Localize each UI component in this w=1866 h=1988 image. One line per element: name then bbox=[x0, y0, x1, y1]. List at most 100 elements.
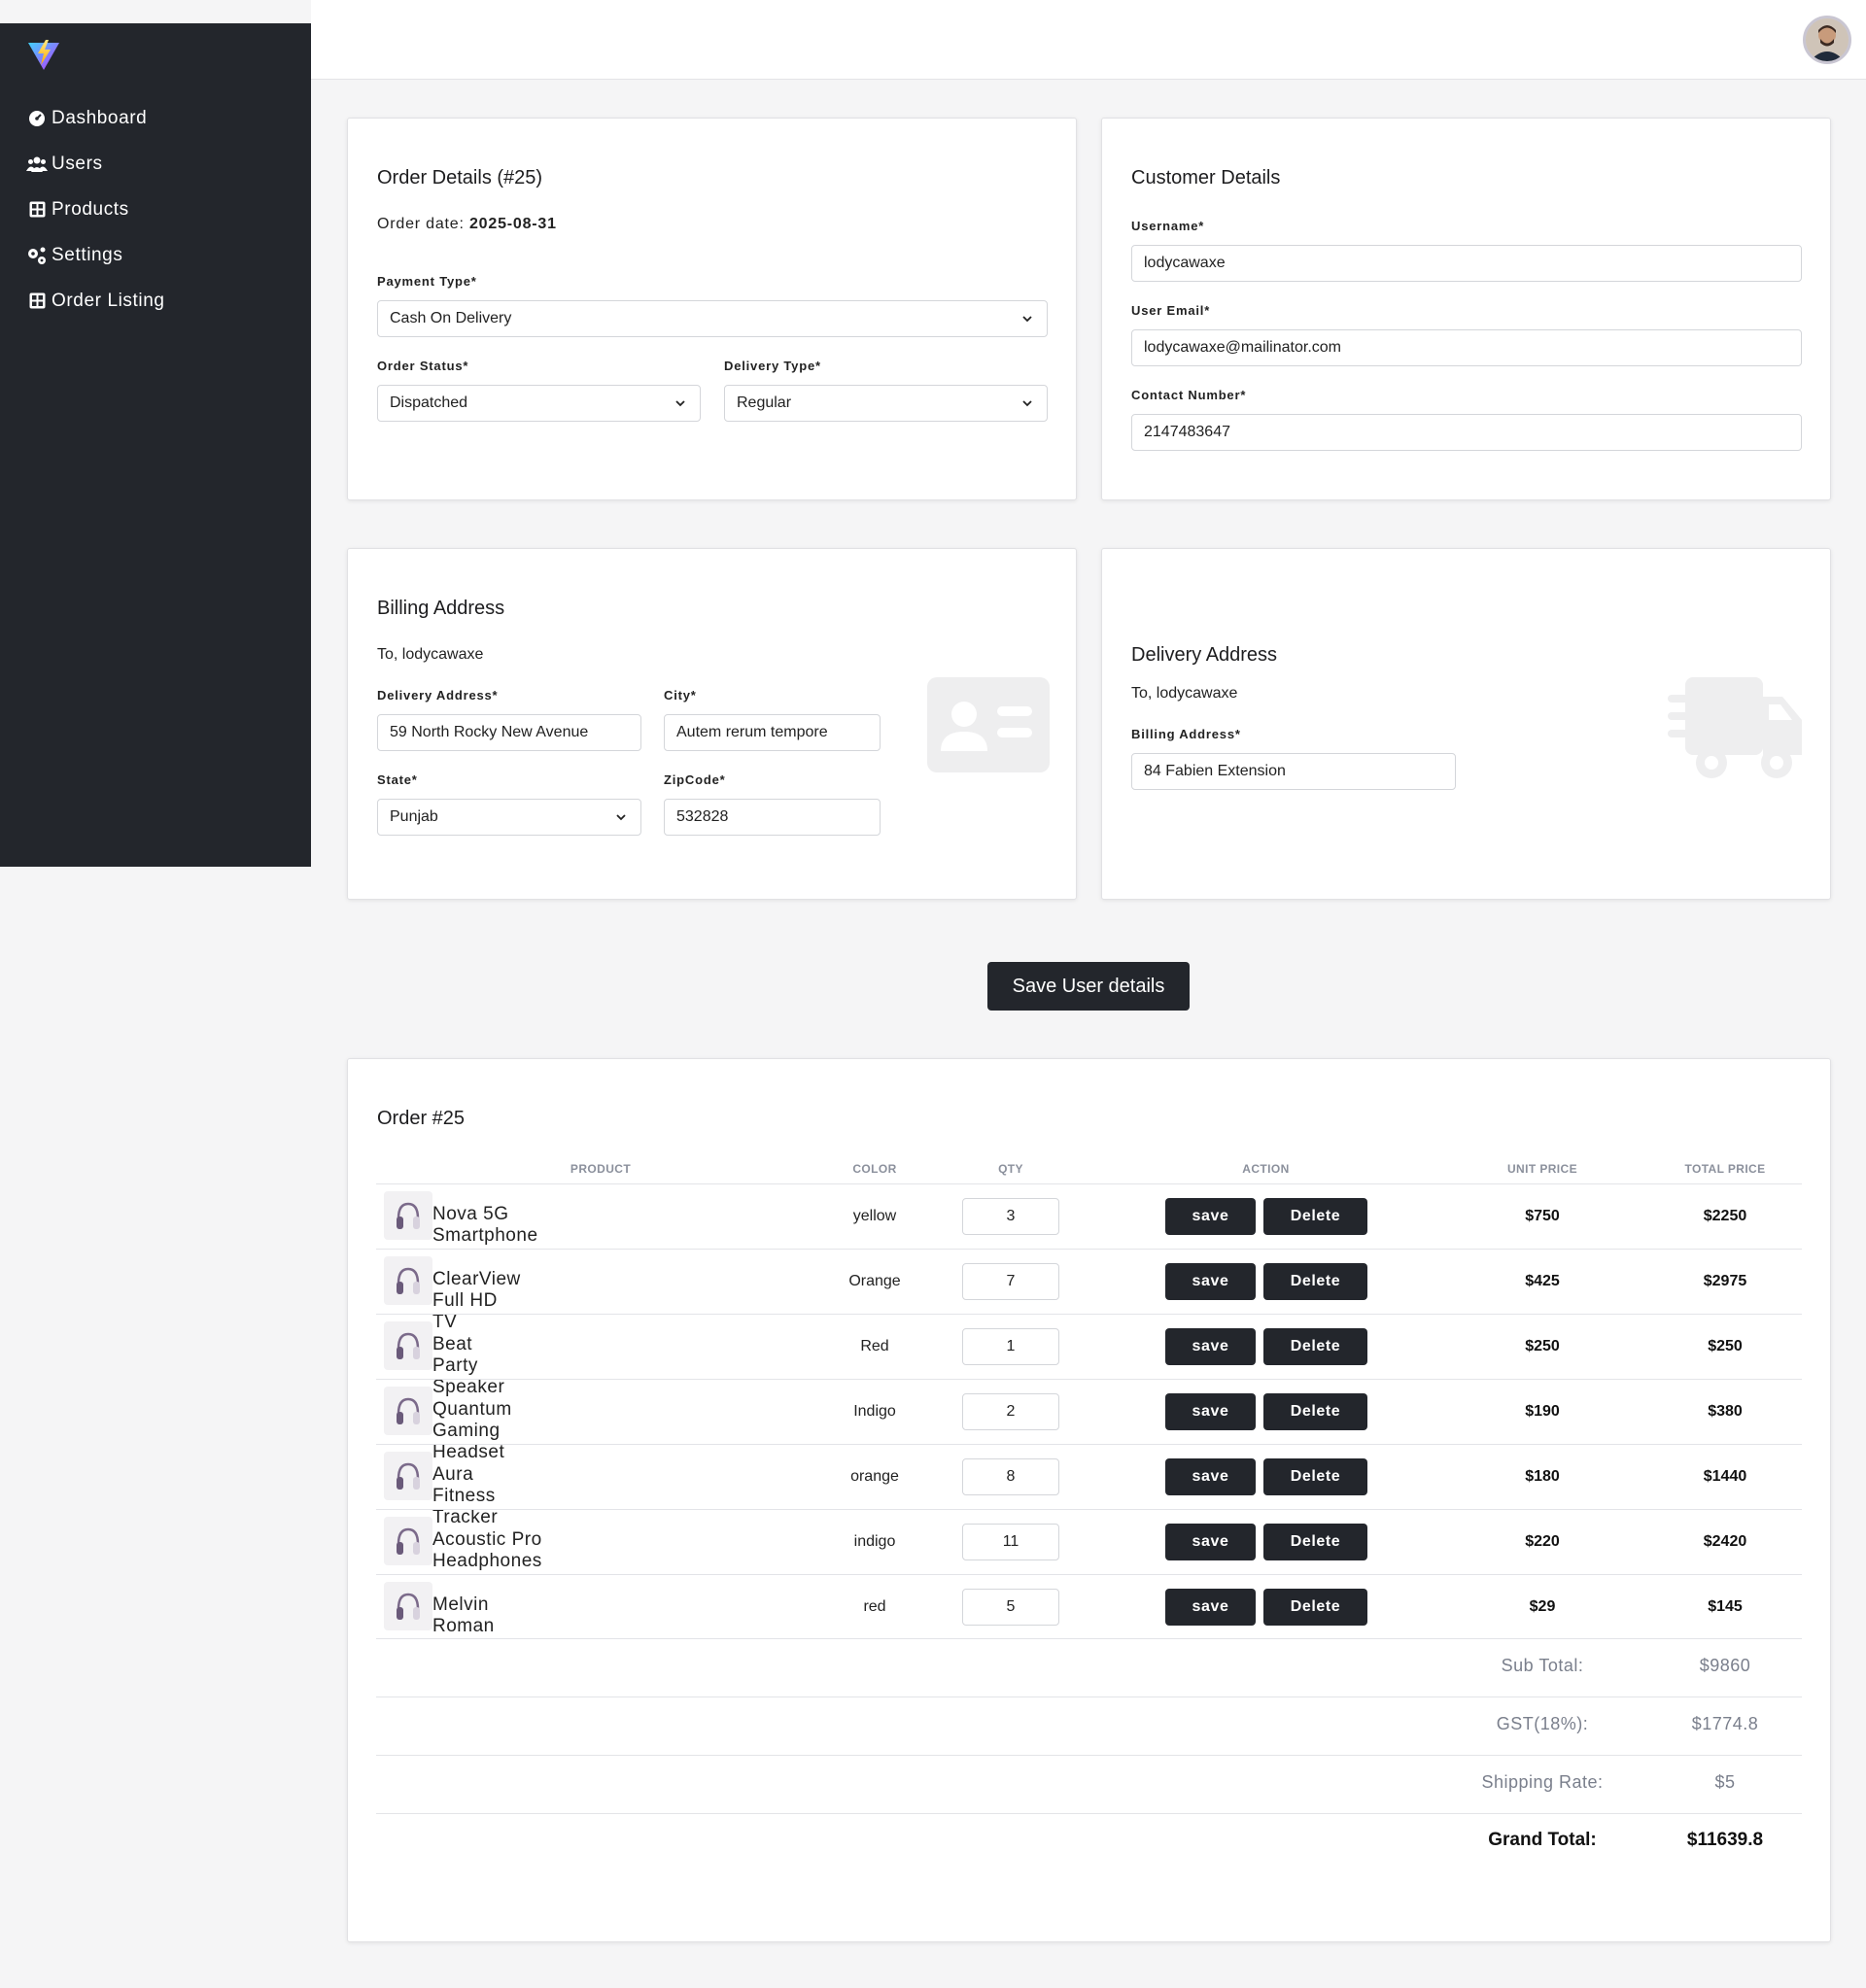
product-name: Acoustic Pro Headphones bbox=[432, 1529, 542, 1571]
summary-divider bbox=[376, 1755, 1802, 1756]
sidebar-item-label: Products bbox=[52, 198, 129, 220]
billing-to-line: To, lodycawaxe bbox=[377, 646, 484, 663]
delete-item-button[interactable]: Delete bbox=[1263, 1589, 1367, 1626]
sidebar-item-order-listing[interactable]: Order Listing bbox=[0, 278, 311, 324]
delivery-address-label: Delivery Address* bbox=[377, 688, 499, 703]
total-price: $250 bbox=[1708, 1338, 1743, 1354]
payment-type-select[interactable]: Cash On Delivery bbox=[377, 300, 1048, 337]
unit-price: $425 bbox=[1525, 1273, 1560, 1289]
order-status-value: Dispatched bbox=[390, 394, 468, 411]
sidebar-item-label: Settings bbox=[52, 244, 123, 265]
shipping-rate-label: Shipping Rate: bbox=[1481, 1772, 1604, 1792]
save-item-button[interactable]: save bbox=[1165, 1328, 1256, 1365]
billing-address-value: 84 Fabien Extension bbox=[1144, 763, 1286, 779]
quantity-input[interactable]: 7 bbox=[962, 1263, 1059, 1300]
delivery-type-select[interactable]: Regular bbox=[724, 385, 1048, 422]
save-item-button[interactable]: save bbox=[1165, 1198, 1256, 1235]
quantity-input[interactable]: 2 bbox=[962, 1393, 1059, 1430]
delivery-address-input[interactable]: 59 North Rocky New Avenue bbox=[377, 714, 641, 751]
column-header-total-price: TOTAL PRICE bbox=[1684, 1162, 1766, 1176]
total-price: $145 bbox=[1708, 1598, 1743, 1615]
address-card-icon bbox=[927, 677, 1050, 772]
unit-price: $750 bbox=[1525, 1208, 1560, 1224]
product-thumbnail bbox=[384, 1582, 432, 1630]
save-item-button[interactable]: save bbox=[1165, 1524, 1256, 1560]
product-thumbnail bbox=[384, 1321, 432, 1370]
save-item-button[interactable]: save bbox=[1165, 1263, 1256, 1300]
sidebar-item-settings[interactable]: Settings bbox=[0, 232, 311, 278]
payment-type-value: Cash On Delivery bbox=[390, 310, 512, 326]
quantity-input[interactable]: 11 bbox=[962, 1524, 1059, 1560]
total-price: $2250 bbox=[1703, 1208, 1747, 1224]
unit-price: $190 bbox=[1525, 1403, 1560, 1420]
product-color: Orange bbox=[848, 1273, 901, 1289]
product-color: Red bbox=[860, 1338, 889, 1354]
delivery-address-card: Delivery Address To, lodycawaxe Billing … bbox=[1101, 548, 1831, 900]
column-header-qty: QTY bbox=[998, 1162, 1023, 1176]
payment-type-label: Payment Type* bbox=[377, 274, 477, 289]
email-input[interactable]: lodycawaxe@mailinator.com bbox=[1131, 329, 1802, 366]
save-item-button[interactable]: save bbox=[1165, 1458, 1256, 1495]
sub-total-label: Sub Total: bbox=[1501, 1656, 1584, 1675]
sidebar-item-dashboard[interactable]: Dashboard bbox=[0, 95, 311, 141]
delete-item-button[interactable]: Delete bbox=[1263, 1524, 1367, 1560]
city-input[interactable]: Autem rerum tempore bbox=[664, 714, 881, 751]
summary-divider bbox=[376, 1813, 1802, 1814]
product-name: Melvin Roman bbox=[432, 1594, 495, 1636]
column-header-product: PRODUCT bbox=[570, 1162, 632, 1176]
product-color: Indigo bbox=[853, 1403, 896, 1420]
product-thumbnail bbox=[384, 1256, 432, 1305]
chevron-down-icon bbox=[675, 400, 685, 407]
logo-icon[interactable] bbox=[27, 39, 60, 72]
product-thumbnail bbox=[384, 1517, 432, 1565]
order-details-card: Order Details (#25) Order date: 2025-08-… bbox=[347, 118, 1077, 500]
username-label: Username* bbox=[1131, 219, 1205, 233]
zip-input[interactable]: 532828 bbox=[664, 799, 881, 836]
quantity-input[interactable]: 3 bbox=[962, 1198, 1059, 1235]
card-title: Customer Details bbox=[1131, 167, 1281, 189]
quantity-input[interactable]: 5 bbox=[962, 1589, 1059, 1626]
product-name: Nova 5G Smartphone bbox=[432, 1204, 538, 1246]
row-divider bbox=[376, 1314, 1802, 1315]
headphones-icon bbox=[394, 1199, 423, 1232]
chevron-down-icon bbox=[1022, 316, 1032, 323]
delete-item-button[interactable]: Delete bbox=[1263, 1328, 1367, 1365]
product-name: Quantum Gaming Headset bbox=[432, 1399, 512, 1462]
quantity-input[interactable]: 8 bbox=[962, 1458, 1059, 1495]
top-bar bbox=[311, 0, 1866, 80]
city-value: Autem rerum tempore bbox=[676, 724, 828, 740]
delivery-type-value: Regular bbox=[737, 394, 792, 411]
sidebar: Dashboard Users Products Settings Order … bbox=[0, 23, 311, 867]
save-user-details-button[interactable]: Save User details bbox=[987, 962, 1190, 1011]
total-price: $2420 bbox=[1703, 1533, 1747, 1550]
delete-item-button[interactable]: Delete bbox=[1263, 1393, 1367, 1430]
zip-label: ZipCode* bbox=[664, 772, 726, 787]
row-divider bbox=[376, 1379, 1802, 1380]
state-select[interactable]: Punjab bbox=[377, 799, 641, 836]
billing-address-input[interactable]: 84 Fabien Extension bbox=[1131, 753, 1456, 790]
quantity-input[interactable]: 1 bbox=[962, 1328, 1059, 1365]
sub-total-value: $9860 bbox=[1699, 1656, 1751, 1675]
card-title: Order Details (#25) bbox=[377, 167, 543, 189]
product-name: ClearView Full HD TV bbox=[432, 1269, 521, 1332]
delete-item-button[interactable]: Delete bbox=[1263, 1458, 1367, 1495]
row-divider bbox=[376, 1574, 1802, 1575]
sidebar-item-label: Order Listing bbox=[52, 290, 165, 311]
sidebar-item-users[interactable]: Users bbox=[0, 141, 311, 187]
email-label: User Email* bbox=[1131, 303, 1211, 318]
city-label: City* bbox=[664, 688, 697, 703]
sidebar-item-products[interactable]: Products bbox=[0, 187, 311, 232]
order-status-select[interactable]: Dispatched bbox=[377, 385, 701, 422]
total-price: $1440 bbox=[1703, 1468, 1747, 1485]
username-input[interactable]: lodycawaxe bbox=[1131, 245, 1802, 282]
contact-input[interactable]: 2147483647 bbox=[1131, 414, 1802, 451]
product-name: Beat Party Speaker bbox=[432, 1334, 505, 1397]
headphones-icon bbox=[394, 1394, 423, 1427]
delete-item-button[interactable]: Delete bbox=[1263, 1198, 1367, 1235]
headphones-icon bbox=[394, 1590, 423, 1623]
product-name: Aura Fitness Tracker bbox=[432, 1464, 499, 1527]
delete-item-button[interactable]: Delete bbox=[1263, 1263, 1367, 1300]
save-item-button[interactable]: save bbox=[1165, 1589, 1256, 1626]
save-item-button[interactable]: save bbox=[1165, 1393, 1256, 1430]
avatar[interactable] bbox=[1803, 16, 1851, 64]
